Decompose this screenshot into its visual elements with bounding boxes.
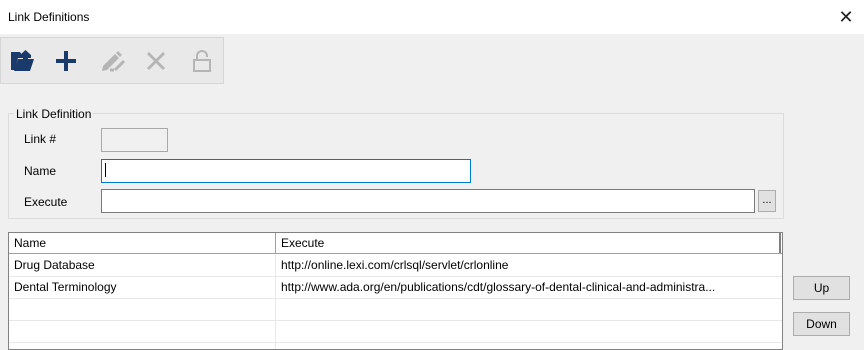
row-name-cell (9, 299, 276, 320)
row-execute-cell (276, 343, 782, 349)
table-row[interactable]: Drug Database http://online.lexi.com/crl… (9, 255, 782, 277)
down-button[interactable]: Down (793, 312, 850, 336)
up-button[interactable]: Up (793, 276, 850, 300)
table-row[interactable] (9, 321, 782, 343)
name-label: Name (24, 164, 57, 178)
close-button[interactable]: ✕ (834, 6, 858, 28)
execute-label: Execute (24, 195, 68, 209)
row-name-cell (9, 343, 276, 349)
name-field[interactable] (101, 159, 471, 183)
add-icon (56, 51, 76, 71)
browse-button[interactable]: ... (758, 190, 776, 212)
column-header-execute[interactable]: Execute (276, 233, 781, 253)
row-name-cell: Dental Terminology (9, 277, 276, 298)
group-label: Link Definition (14, 107, 94, 121)
title-bar: Link Definitions ✕ (0, 0, 864, 34)
row-name-cell: Drug Database (9, 255, 276, 276)
row-execute-cell (276, 321, 782, 342)
edit-icon (102, 51, 126, 72)
open-button[interactable] (7, 46, 37, 76)
edit-button[interactable] (97, 46, 127, 76)
grid-header: Name Execute (9, 233, 782, 254)
row-execute-cell: http://www.ada.org/en/publications/cdt/g… (281, 280, 716, 294)
row-name-cell (9, 321, 276, 342)
execute-field[interactable] (101, 189, 755, 213)
table-row[interactable] (9, 343, 782, 349)
column-header-name[interactable]: Name (9, 233, 276, 253)
row-execute-cell (276, 299, 782, 320)
row-execute-cell: http://online.lexi.com/crlsql/servlet/cr… (281, 258, 509, 272)
table-row[interactable] (9, 299, 782, 321)
lock-icon (193, 50, 211, 72)
links-grid[interactable]: Name Execute Drug Database http://online… (8, 232, 783, 350)
window-title: Link Definitions (8, 10, 90, 24)
delete-button[interactable] (141, 46, 171, 76)
delete-icon (147, 52, 165, 70)
text-caret (105, 163, 106, 177)
lock-button[interactable] (187, 46, 217, 76)
table-row[interactable]: Dental Terminology http://www.ada.org/en… (9, 277, 782, 299)
add-button[interactable] (51, 46, 81, 76)
open-icon (11, 50, 34, 71)
link-number-label: Link # (24, 132, 57, 146)
link-number-field (101, 128, 168, 152)
toolbar (0, 37, 224, 84)
